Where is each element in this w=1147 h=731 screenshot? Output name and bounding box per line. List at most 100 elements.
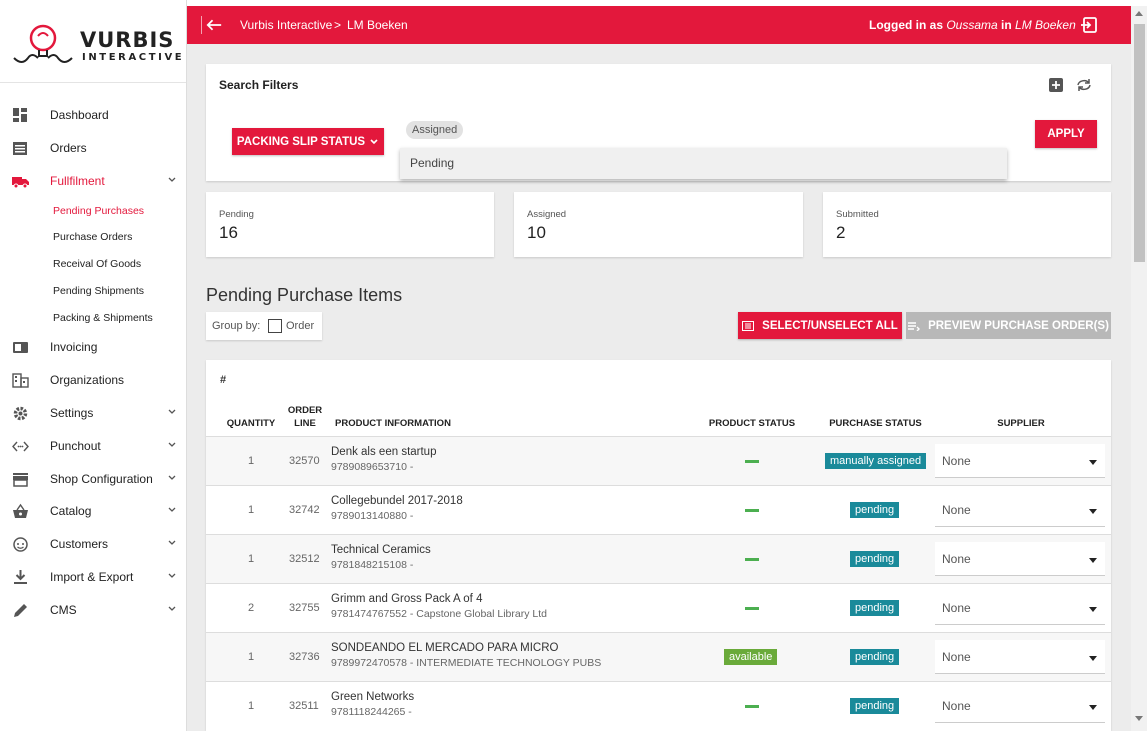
assigned-chip[interactable]: Assigned <box>406 121 464 139</box>
main-content: Search Filters PACKING SLIP STATUS Assig… <box>187 44 1131 731</box>
sidebar-subitem-packing-shipments[interactable]: Packing & Shipments <box>53 312 153 324</box>
logo-word: VURBIS <box>80 28 175 52</box>
supplier-select[interactable]: None <box>935 493 1105 527</box>
group-by-order-checkbox[interactable] <box>268 319 282 333</box>
sidebar-item-cms[interactable]: CMS <box>0 597 186 623</box>
group-by-label: Group by: <box>212 320 261 332</box>
supplier-select[interactable]: None <box>935 640 1105 674</box>
breadcrumb-vurbis[interactable]: Vurbis Interactive <box>240 18 332 32</box>
chevron-down-icon <box>168 507 176 512</box>
group-by-control: Group by: Order <box>206 312 322 340</box>
sidebar-item-organizations[interactable]: Organizations <box>0 367 186 393</box>
chevron-down-icon <box>168 475 176 480</box>
sidebar-item-label: Customers <box>50 537 109 551</box>
supplier-value: None <box>942 699 971 713</box>
logout-icon[interactable] <box>1080 16 1098 34</box>
preview-purchase-orders-button[interactable]: PREVIEW PURCHASE ORDER(S) <box>906 312 1111 339</box>
sidebar-item-invoicing[interactable]: Invoicing <box>0 334 186 360</box>
table-row[interactable]: 1 32570 Denk als een startup 97890896537… <box>206 436 1111 485</box>
scroll-up-arrow-icon[interactable] <box>1135 11 1143 16</box>
sidebar: VURBIS INTERACTIVE Dashboard Orders Full… <box>0 0 187 731</box>
lightbulb-logo-icon <box>13 24 73 63</box>
sidebar-item-catalog[interactable]: Catalog <box>0 498 186 524</box>
status-dropdown-option[interactable]: Pending <box>400 148 1007 179</box>
back-arrow-icon[interactable] <box>201 16 225 34</box>
select-unselect-all-button[interactable]: SELECT/UNSELECT ALL <box>738 312 902 339</box>
sidebar-subitem-receival-of-goods[interactable]: Receival Of Goods <box>53 258 141 270</box>
apply-button[interactable]: APPLY <box>1035 120 1097 148</box>
sidebar-subitem-pending-shipments[interactable]: Pending Shipments <box>53 285 144 297</box>
stat-label: Pending <box>219 209 254 220</box>
table-row[interactable]: 1 32736 SONDEANDO EL MERCADO PARA MICRO … <box>206 632 1111 681</box>
header-supplier: SUPPLIER <box>997 418 1045 429</box>
purchase-status-badge: pending <box>850 698 900 714</box>
scrollbar[interactable] <box>1131 6 1147 731</box>
divider <box>0 82 186 83</box>
row-product-sub: 9781118244265 - <box>331 706 412 718</box>
row-product-name: SONDEANDO EL MERCADO PARA MICRO <box>331 642 559 654</box>
sidebar-subitem-pending-purchases[interactable]: Pending Purchases <box>53 205 144 217</box>
supplier-value: None <box>942 552 971 566</box>
sidebar-item-orders[interactable]: Orders <box>0 135 186 161</box>
add-filter-icon[interactable] <box>1049 78 1063 92</box>
face-icon <box>13 537 28 552</box>
purchase-status-badge: manually assigned <box>825 453 927 469</box>
stat-card-assigned: Assigned 10 <box>514 192 803 257</box>
sidebar-item-punchout[interactable]: Punchout <box>0 433 186 459</box>
row-product-name: Green Networks <box>331 691 415 703</box>
table-row[interactable]: 2 32755 Grimm and Gross Pack A of 4 9781… <box>206 583 1111 632</box>
select-all-label: SELECT/UNSELECT ALL <box>762 319 898 332</box>
chevron-down-icon <box>168 177 176 182</box>
dropdown-option-pending[interactable]: Pending <box>410 156 454 170</box>
sidebar-item-import-export[interactable]: Import & Export <box>0 564 186 590</box>
row-product-name: Collegebundel 2017-2018 <box>331 495 463 507</box>
header-product-status: PRODUCT STATUS <box>708 418 796 429</box>
row-order-line: 32512 <box>289 553 320 565</box>
breadcrumb-lm-boeken[interactable]: LM Boeken <box>347 18 408 32</box>
table-row[interactable]: 1 32511 Green Networks 9781118244265 - p… <box>206 681 1111 730</box>
download-icon <box>14 570 27 584</box>
status-dash <box>745 705 759 708</box>
refresh-icon[interactable] <box>1075 78 1093 92</box>
stat-value: 2 <box>836 223 846 242</box>
sidebar-item-customers[interactable]: Customers <box>0 531 186 557</box>
row-quantity: 2 <box>248 602 255 614</box>
scrollbar-thumb[interactable] <box>1134 24 1145 262</box>
stat-label: Submitted <box>836 209 879 220</box>
row-quantity: 1 <box>248 455 255 467</box>
sidebar-item-settings[interactable]: Settings <box>0 400 186 426</box>
supplier-value: None <box>942 503 971 517</box>
status-dash <box>745 607 759 610</box>
supplier-select[interactable]: None <box>935 542 1105 576</box>
truck-icon <box>12 177 29 189</box>
supplier-value: None <box>942 650 971 664</box>
chevron-down-icon <box>370 138 378 144</box>
table-row[interactable]: 1 32512 Technical Ceramics 9781848215108… <box>206 534 1111 583</box>
sidebar-subitem-purchase-orders[interactable]: Purchase Orders <box>53 231 132 243</box>
scroll-down-arrow-icon[interactable] <box>1135 716 1143 721</box>
supplier-select[interactable]: None <box>935 591 1105 625</box>
sidebar-item-dashboard[interactable]: Dashboard <box>0 102 186 128</box>
row-quantity: 1 <box>248 504 255 516</box>
row-quantity: 1 <box>248 651 255 663</box>
packing-slip-status-button[interactable]: PACKING SLIP STATUS <box>232 128 384 155</box>
table-row[interactable]: 1 32742 Collegebundel 2017-2018 97890131… <box>206 485 1111 534</box>
table-hash: # <box>220 374 227 386</box>
sidebar-item-shop-configuration[interactable]: Shop Configuration <box>0 466 186 492</box>
pencil-icon <box>14 604 27 617</box>
vurbis-logo[interactable]: VURBIS INTERACTIVE <box>12 22 182 70</box>
purchase-items-table: # QUANTITY ORDER LINE PRODUCT INFORMATIO… <box>206 360 1111 731</box>
preview-label: PREVIEW PURCHASE ORDER(S) <box>928 319 1109 332</box>
supplier-select[interactable]: None <box>935 444 1105 478</box>
row-quantity: 1 <box>248 700 255 712</box>
row-order-line: 32755 <box>289 602 320 614</box>
section-title: Pending Purchase Items <box>206 285 403 305</box>
sidebar-item-label: Fullfilment <box>50 174 105 188</box>
sidebar-item-fullfilment[interactable]: Fullfilment <box>0 168 186 194</box>
row-product-sub: 9781474767552 - Capstone Global Library … <box>331 608 547 620</box>
row-order-line: 32511 <box>289 700 319 712</box>
purchase-status-badge: pending <box>850 649 900 665</box>
supplier-select[interactable]: None <box>935 689 1105 723</box>
sidebar-item-label: CMS <box>50 603 77 617</box>
header-order-line-2: LINE <box>294 418 316 429</box>
